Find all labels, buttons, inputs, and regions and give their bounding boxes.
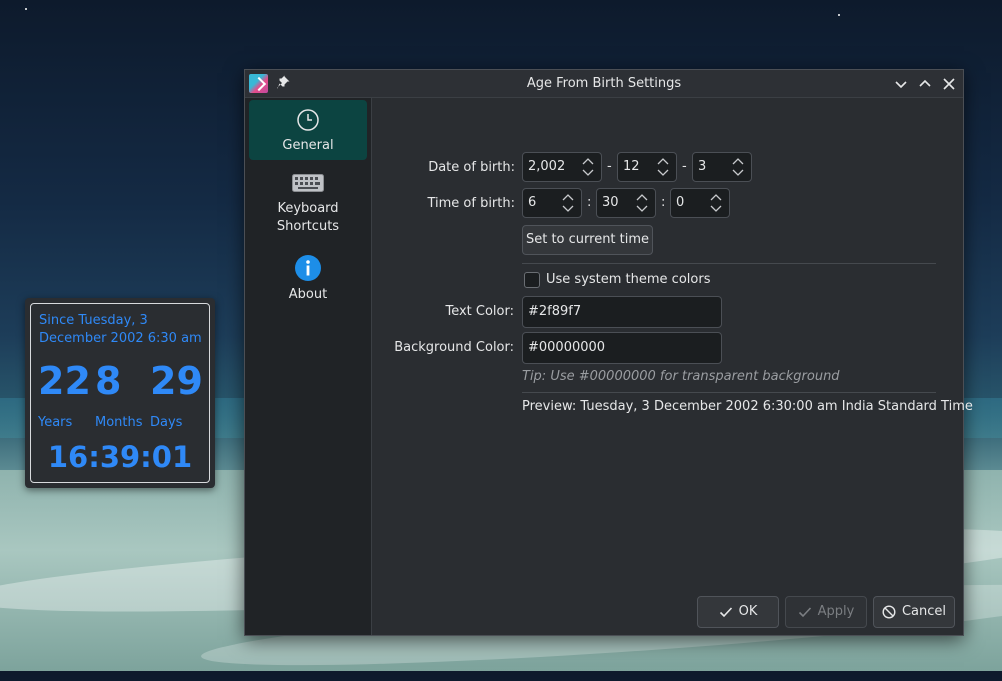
- spin-arrows-icon[interactable]: [656, 155, 670, 179]
- text-color-field[interactable]: #2f89f7: [522, 296, 722, 328]
- sidebar-item-keyboard-shortcuts[interactable]: Keyboard Shortcuts: [249, 174, 367, 242]
- birth-year-spinbox[interactable]: 2,002: [522, 152, 602, 182]
- star: [25, 8, 27, 10]
- spin-arrows-icon[interactable]: [561, 191, 575, 215]
- birth-day-value: 3: [698, 159, 707, 174]
- widget-months-label: Months: [95, 415, 143, 430]
- system-theme-checkbox[interactable]: [524, 272, 540, 288]
- settings-window: Age From Birth Settings General Keyboard…: [244, 69, 973, 636]
- widget-years-label: Years: [38, 415, 73, 430]
- cancel-button-label: Cancel: [901, 604, 947, 619]
- sidebar-item-general[interactable]: General: [249, 100, 367, 160]
- settings-content: Date of birth: 2,002 - 12 - 3 Time of bi…: [372, 98, 973, 635]
- set-current-time-button[interactable]: Set to current time: [522, 225, 653, 255]
- widget-clock: 16:39:01: [47, 440, 193, 474]
- window-title: Age From Birth Settings: [526, 76, 682, 91]
- apply-button[interactable]: Apply: [785, 596, 867, 628]
- birth-hour-value: 6: [528, 195, 537, 210]
- background-color-label: Background Color:: [394, 340, 514, 355]
- preview-text: Preview: Tuesday, 3 December 2002 6:30:0…: [522, 399, 973, 414]
- sidebar-item-about[interactable]: About: [249, 254, 367, 308]
- spin-arrows-icon[interactable]: [709, 191, 723, 215]
- cancel-icon: [882, 604, 896, 619]
- widget-since-text: Since Tuesday, 3 December 2002 6:30 am: [39, 313, 202, 346]
- widget-days-value: 29: [150, 359, 203, 403]
- time-separator: :: [587, 195, 592, 210]
- birth-month-value: 12: [623, 159, 640, 174]
- birth-year-value: 2,002: [528, 159, 566, 174]
- settings-sidebar: General Keyboard Shortcuts About: [245, 98, 372, 635]
- tip-text: Tip: Use #00000000 for transparent backg…: [522, 369, 840, 384]
- titlebar[interactable]: Age From Birth Settings: [245, 70, 963, 98]
- age-widget[interactable]: Since Tuesday, 3 December 2002 6:30 am 2…: [25, 298, 215, 488]
- age-widget-frame: Since Tuesday, 3 December 2002 6:30 am 2…: [30, 303, 210, 483]
- text-color-label: Text Color:: [445, 304, 514, 319]
- system-theme-label[interactable]: Use system theme colors: [546, 271, 710, 289]
- birth-second-spinbox[interactable]: 0: [670, 188, 730, 218]
- date-separator: -: [682, 159, 687, 174]
- widget-years-value: 22: [38, 359, 91, 403]
- info-icon: [295, 255, 321, 281]
- birth-hour-spinbox[interactable]: 6: [522, 188, 582, 218]
- time-of-birth-label: Time of birth:: [427, 196, 515, 211]
- date-separator: -: [607, 159, 612, 174]
- maximize-button[interactable]: [915, 74, 935, 94]
- minimize-button[interactable]: [891, 74, 911, 94]
- spin-arrows-icon[interactable]: [581, 155, 595, 179]
- birth-second-value: 0: [676, 195, 685, 210]
- close-button[interactable]: [939, 74, 959, 94]
- divider: [522, 392, 936, 393]
- birth-month-spinbox[interactable]: 12: [617, 152, 677, 182]
- apply-button-label: Apply: [817, 604, 855, 619]
- birth-minute-spinbox[interactable]: 30: [596, 188, 656, 218]
- ok-button-label: OK: [738, 604, 758, 619]
- chevron-down-icon: [895, 81, 907, 89]
- spin-arrows-icon[interactable]: [731, 155, 745, 179]
- checkmark-icon: [798, 606, 811, 617]
- keyboard-icon: [292, 174, 324, 192]
- background-color-field[interactable]: #00000000: [522, 332, 722, 364]
- checkmark-icon: [719, 606, 732, 617]
- ok-button[interactable]: OK: [697, 596, 779, 628]
- sidebar-item-label: About: [288, 287, 328, 302]
- chevron-up-icon: [919, 79, 931, 87]
- sidebar-item-label: Keyboard Shortcuts: [276, 201, 340, 234]
- date-of-birth-label: Date of birth:: [428, 160, 515, 175]
- time-separator: :: [661, 195, 666, 210]
- spin-arrows-icon[interactable]: [635, 191, 649, 215]
- widget-days-label: Days: [150, 415, 183, 430]
- birth-day-spinbox[interactable]: 3: [692, 152, 752, 182]
- cancel-button[interactable]: Cancel: [873, 596, 955, 628]
- close-icon: [943, 78, 955, 90]
- birth-minute-value: 30: [602, 195, 619, 210]
- divider: [522, 263, 936, 264]
- sidebar-item-label: General: [282, 138, 334, 153]
- star: [838, 14, 840, 16]
- clock-icon: [297, 109, 319, 131]
- widget-months-value: 8: [95, 359, 122, 403]
